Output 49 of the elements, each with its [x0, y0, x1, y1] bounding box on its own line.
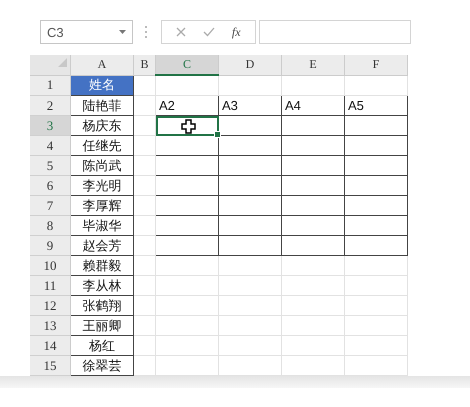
active-cell[interactable] — [156, 116, 218, 136]
row-header[interactable]: 9 — [30, 236, 70, 256]
column-header[interactable]: C — [156, 55, 218, 75]
name-cell: 陆艳菲 — [70, 96, 134, 116]
row-header[interactable]: 2 — [30, 96, 70, 116]
table-cell: A3 — [218, 96, 282, 116]
name-cell: 李光明 — [70, 176, 134, 196]
row-header[interactable]: 4 — [30, 136, 70, 156]
row-header[interactable]: 6 — [30, 176, 70, 196]
cell-reference: C3 — [47, 24, 64, 40]
select-all-icon[interactable] — [58, 58, 67, 66]
table-cell: A4 — [282, 96, 344, 116]
row-header[interactable]: 7 — [30, 196, 70, 216]
name-cell: 赖群毅 — [70, 256, 134, 276]
row-header[interactable]: 5 — [30, 156, 70, 176]
row-header[interactable]: 14 — [30, 336, 70, 356]
row-header[interactable]: 10 — [30, 256, 70, 276]
row-header[interactable]: 15 — [30, 356, 70, 376]
name-cell: 杨红 — [70, 336, 134, 356]
name-cell: 姓名 — [70, 75, 134, 96]
table-cell: A2 — [156, 96, 218, 116]
row-header[interactable]: 12 — [30, 296, 70, 316]
column-header[interactable]: F — [344, 55, 408, 75]
name-cell: 王丽卿 — [70, 316, 134, 336]
cancel-icon[interactable] — [176, 27, 186, 37]
row-header[interactable]: 3 — [30, 116, 70, 136]
name-box[interactable]: C3 — [40, 20, 133, 44]
column-header[interactable]: A — [70, 55, 134, 75]
row-header[interactable]: 13 — [30, 316, 70, 336]
dropdown-icon[interactable] — [119, 30, 126, 34]
name-cell: 陈尚武 — [70, 156, 134, 176]
column-header[interactable]: E — [282, 55, 344, 75]
name-cell: 任继先 — [70, 136, 134, 156]
column-header[interactable]: B — [134, 55, 156, 75]
insert-function-button[interactable]: fx — [232, 24, 241, 40]
name-cell: 张鹤翔 — [70, 296, 134, 316]
name-cell: 李从林 — [70, 276, 134, 296]
table-cell: A5 — [344, 96, 408, 116]
column-header[interactable]: D — [218, 55, 282, 75]
name-cell: 杨庆东 — [70, 116, 134, 136]
name-cell: 赵会芳 — [70, 236, 134, 256]
cursor-icon — [181, 118, 196, 134]
name-cell: 李厚辉 — [70, 196, 134, 216]
check-icon[interactable] — [203, 27, 216, 37]
name-cell: 毕淑华 — [70, 216, 134, 236]
row-header[interactable]: 8 — [30, 216, 70, 236]
row-header[interactable]: 1 — [30, 75, 70, 96]
formula-input[interactable] — [259, 20, 411, 44]
row-header[interactable]: 11 — [30, 276, 70, 296]
